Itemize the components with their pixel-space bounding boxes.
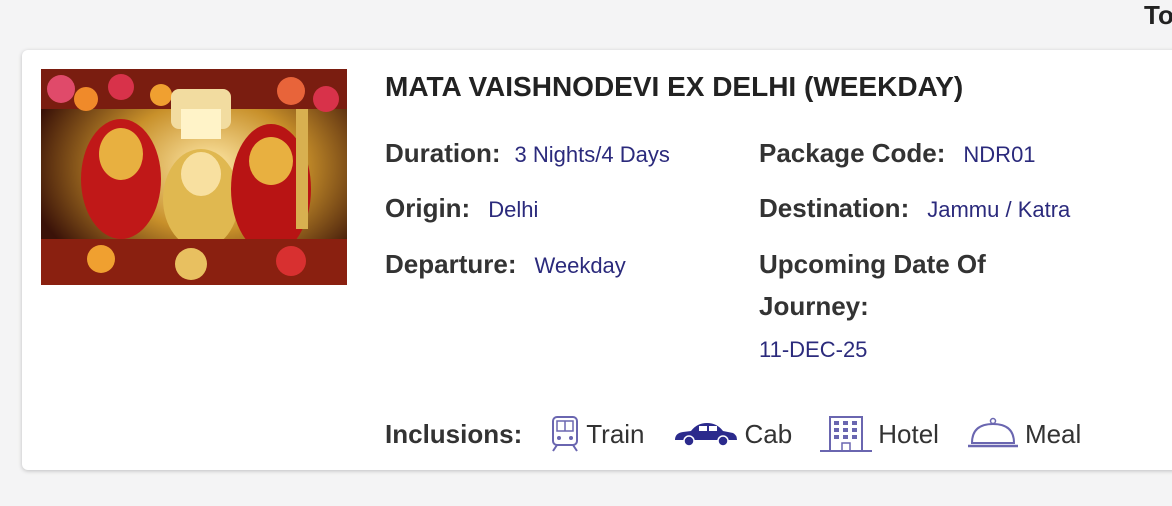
origin-row: Origin: Delhi <box>385 193 538 224</box>
destination-label: Destination: <box>759 193 910 223</box>
departure-value: Weekday <box>534 253 626 278</box>
package-card[interactable]: MATA VAISHNODEVI EX DELHI (WEEKDAY) Dura… <box>22 50 1172 470</box>
upcoming-date-value: 11-DEC-25 <box>759 337 868 362</box>
departure-label: Departure: <box>385 249 517 279</box>
corner-text: To <box>1144 0 1172 30</box>
package-code-value: NDR01 <box>963 142 1036 167</box>
inclusion-train: Train <box>550 415 645 453</box>
upcoming-label-line1: Upcoming Date Of <box>759 249 986 279</box>
train-icon <box>552 416 579 452</box>
inclusion-hotel-label: Hotel <box>878 418 939 449</box>
shrine-photo <box>41 69 347 285</box>
duration-value: 3 Nights/4 Days <box>514 142 670 167</box>
inclusion-cab: Cab <box>673 418 793 450</box>
inclusions-label: Inclusions: <box>385 418 523 449</box>
inclusions-row: Inclusions: Train Cab Hotel Meal <box>385 414 1109 454</box>
duration-row: Duration: 3 Nights/4 Days <box>385 138 670 169</box>
origin-label: Origin: <box>385 193 471 223</box>
inclusion-meal: Meal <box>967 417 1081 451</box>
package-code-row: Package Code: NDR01 <box>759 138 1036 169</box>
hotel-icon <box>820 416 873 452</box>
duration-label: Duration: <box>385 138 501 168</box>
meal-cloche-icon <box>967 417 1018 448</box>
destination-row: Destination: Jammu / Katra <box>759 193 1070 224</box>
upcoming-label-line2: Journey: <box>759 291 869 321</box>
package-title[interactable]: MATA VAISHNODEVI EX DELHI (WEEKDAY) <box>385 71 963 103</box>
inclusion-cab-label: Cab <box>744 418 793 449</box>
package-code-label: Package Code: <box>759 138 946 168</box>
destination-value: Jammu / Katra <box>927 197 1071 222</box>
car-icon <box>674 423 737 447</box>
package-image[interactable] <box>41 69 347 285</box>
origin-value: Delhi <box>488 197 539 222</box>
inclusion-train-label: Train <box>586 418 645 449</box>
departure-row: Departure: Weekday <box>385 249 626 280</box>
inclusion-meal-label: Meal <box>1024 418 1082 449</box>
inclusion-hotel: Hotel <box>820 415 939 453</box>
